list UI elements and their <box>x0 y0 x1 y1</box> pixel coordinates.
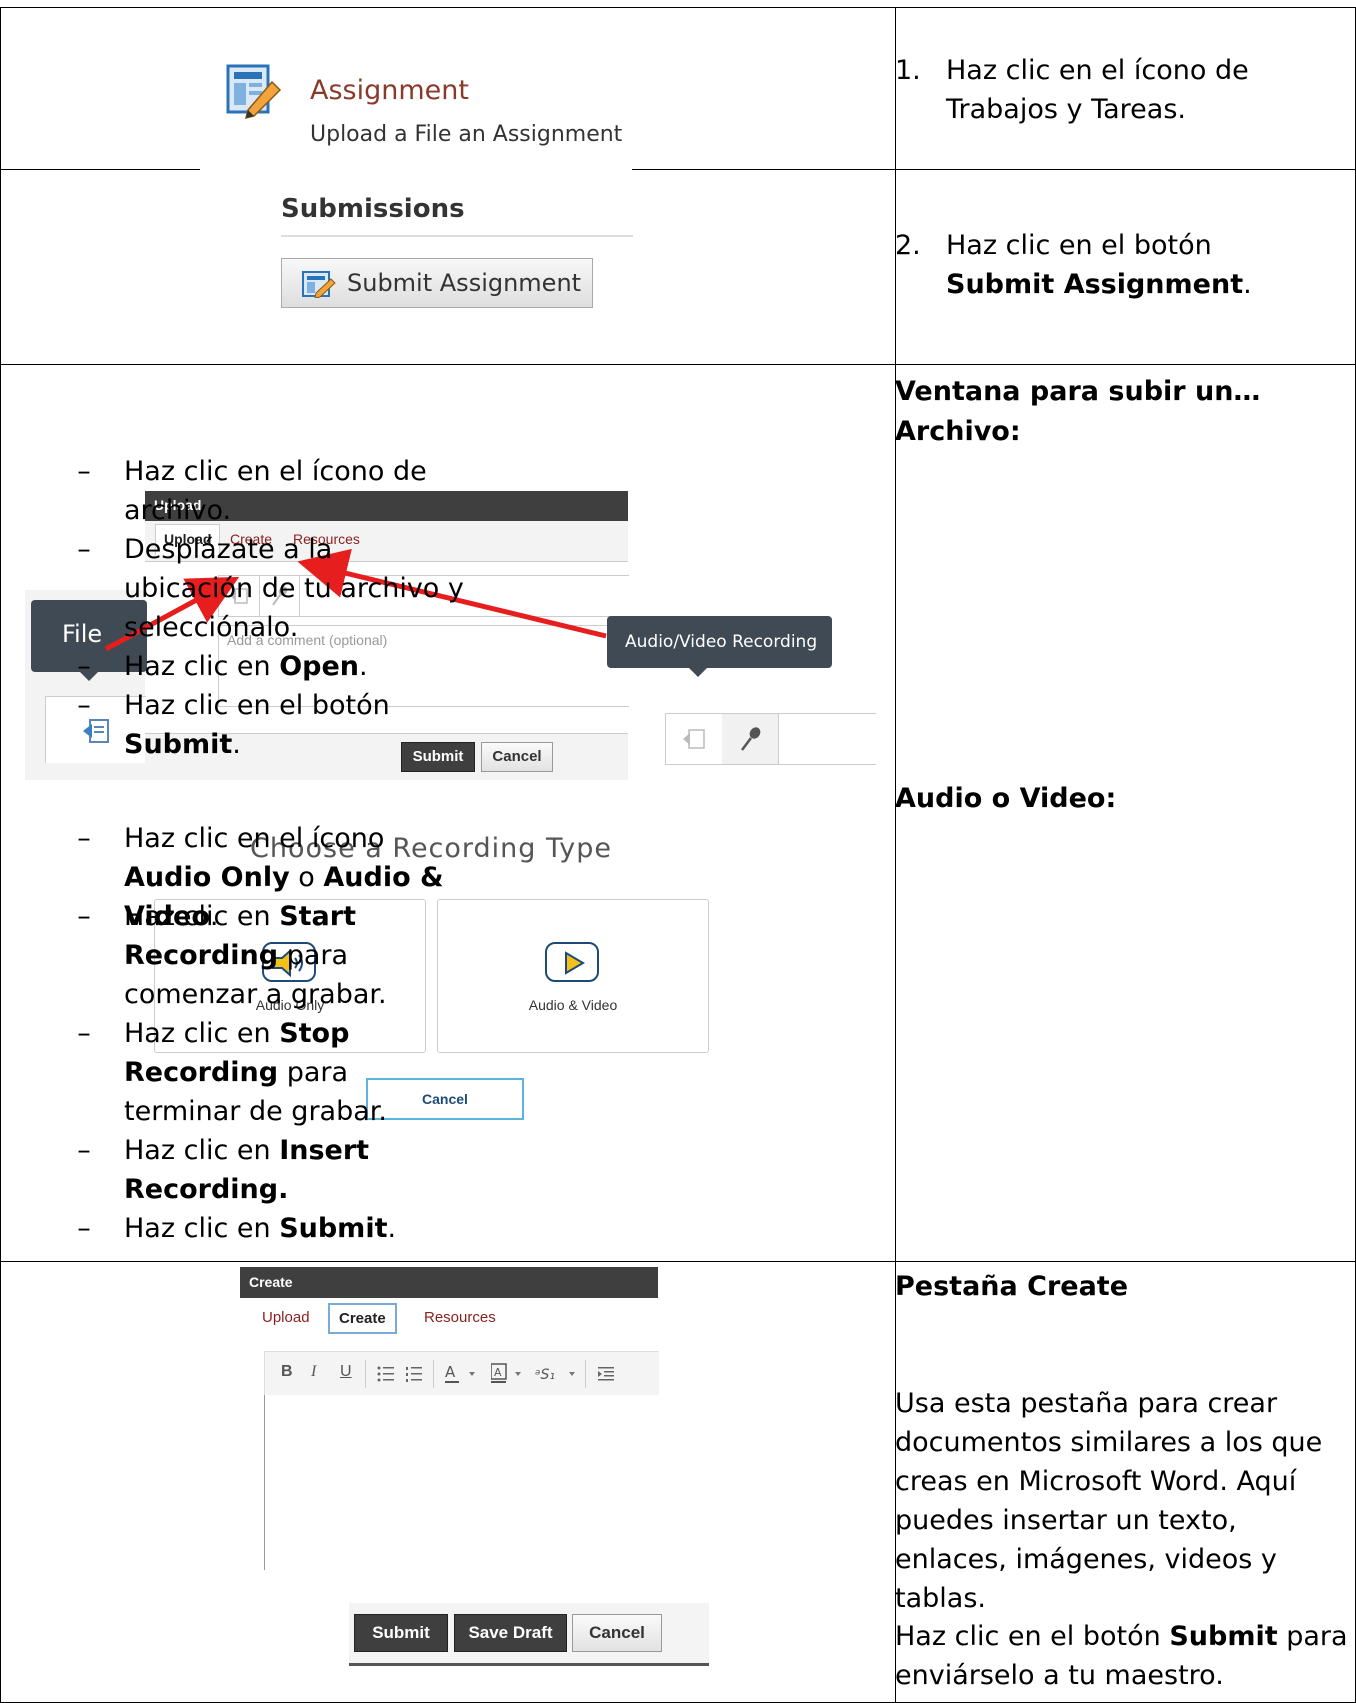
dash-marker: – <box>77 1213 91 1244</box>
save-draft-button[interactable]: Save Draft <box>454 1614 567 1652</box>
cancel-button[interactable]: Cancel <box>572 1614 662 1652</box>
text-pre: Haz clic en <box>124 1135 280 1166</box>
list-item-text: Desplázate a la ubicación de tu archivo … <box>124 534 464 643</box>
text-mid: o <box>289 862 324 893</box>
dash-marker: – <box>77 901 91 932</box>
editor-toolbar: B I U A A ᵃS₁ <box>264 1351 659 1397</box>
step-text: Haz clic en el ícono de Trabajos y Tarea… <box>946 55 1249 125</box>
text-pre: Haz clic en el botón <box>124 690 390 721</box>
list-item-text: Haz clic en Submit. <box>124 1209 454 1248</box>
text-pre: Haz clic en <box>124 901 280 932</box>
svg-text:ᵃS₁: ᵃS₁ <box>535 1367 555 1383</box>
audio-video-label: Audio & Video <box>528 997 618 1013</box>
dash-marker: – <box>77 823 91 854</box>
create-panel-header: Create <box>240 1267 658 1298</box>
text-bold: Open <box>279 651 360 682</box>
dash-marker: – <box>77 1018 91 1049</box>
text-post: . <box>387 1213 397 1244</box>
toolbar-separator <box>585 1360 586 1388</box>
audio-video-heading: Audio o Video: <box>895 783 1117 814</box>
text-pre: Haz clic en <box>124 1018 280 1049</box>
text-pre: Haz clic en el botón <box>895 1621 1170 1652</box>
text-bold: Submit <box>124 729 233 760</box>
play-icon <box>545 942 599 982</box>
svg-text:A: A <box>494 1366 502 1379</box>
list-item-text: Haz clic en Open. <box>124 647 444 686</box>
text-post: . <box>232 729 241 760</box>
dash-marker: – <box>77 1135 91 1166</box>
create-header-label: Create <box>249 1274 293 1290</box>
svg-text:A: A <box>445 1363 456 1381</box>
dash-marker: – <box>77 534 91 565</box>
text-pre: Haz clic en <box>124 1213 280 1244</box>
italic-button[interactable]: I <box>311 1363 316 1381</box>
editor-content-area[interactable] <box>264 1395 659 1570</box>
text-bold: Submit <box>1169 1621 1278 1652</box>
step-1: 1. Haz clic en el ícono de Trabajos y Ta… <box>895 51 1355 141</box>
audio-video-card[interactable]: Audio & Video <box>437 899 709 1053</box>
create-tab-heading: Pestaña Create <box>895 1271 1129 1302</box>
indent-icon[interactable] <box>597 1365 615 1383</box>
text-bold: Submit <box>279 1213 388 1244</box>
row-divider-3 <box>0 1261 1356 1262</box>
final-instruction: Haz clic en el botón Submit para enviárs… <box>895 1617 1350 1695</box>
text-bold: Audio Only <box>124 862 290 893</box>
text-color-icon[interactable]: A <box>445 1363 485 1385</box>
numbered-list-icon[interactable] <box>405 1365 423 1383</box>
step-text: Haz clic en el botón Submit Assignment. <box>946 226 1341 304</box>
toolbar-separator <box>365 1360 366 1388</box>
dash-marker: – <box>77 690 91 721</box>
highlight-color-icon[interactable]: A <box>491 1363 531 1385</box>
tab-create[interactable]: Create <box>328 1303 397 1334</box>
bold-button[interactable]: B <box>281 1363 293 1381</box>
underline-button[interactable]: U <box>340 1363 352 1381</box>
create-tab-description: Usa esta pestaña para crear documentos s… <box>895 1388 1323 1614</box>
superscript-subscript-icon[interactable]: ᵃS₁ <box>535 1363 579 1385</box>
archivo-heading: Archivo: <box>895 416 1021 447</box>
create-tabs: Upload Create Resources <box>240 1298 658 1340</box>
row-divider-1d <box>895 169 1356 170</box>
dash-marker: – <box>77 651 91 682</box>
list-item-text: Haz clic en Stop Recording para terminar… <box>124 1014 444 1131</box>
tab-upload[interactable]: Upload <box>262 1309 310 1326</box>
text-pre: Haz clic en <box>124 651 280 682</box>
window-heading: Ventana para subir un… <box>895 376 1261 407</box>
step-2: 2. Haz clic en el botón Submit Assignment… <box>895 226 1355 326</box>
dash-marker: – <box>77 456 91 487</box>
toolbar-separator <box>433 1360 434 1388</box>
bullet-list-icon[interactable] <box>377 1365 395 1383</box>
list-item-text: Haz clic en el ícono de archivo. <box>124 456 427 526</box>
list-item-text: Haz clic en Start Recording para comenza… <box>124 897 414 1014</box>
text-post: . <box>359 651 368 682</box>
step-text-prefix: Haz clic en el botón <box>946 230 1212 261</box>
list-item-text: Haz clic en Insert Recording. <box>124 1131 384 1209</box>
submit-button[interactable]: Submit <box>354 1614 448 1652</box>
create-action-bar: Submit Save Draft Cancel <box>349 1603 709 1666</box>
step-text-bold: Submit Assignment <box>946 269 1244 300</box>
tab-resources[interactable]: Resources <box>424 1309 496 1326</box>
step-text-suffix: . <box>1243 269 1252 300</box>
text-pre: Haz clic en el ícono <box>124 823 385 854</box>
list-item-text: Haz clic en el botón Submit. <box>124 686 424 764</box>
